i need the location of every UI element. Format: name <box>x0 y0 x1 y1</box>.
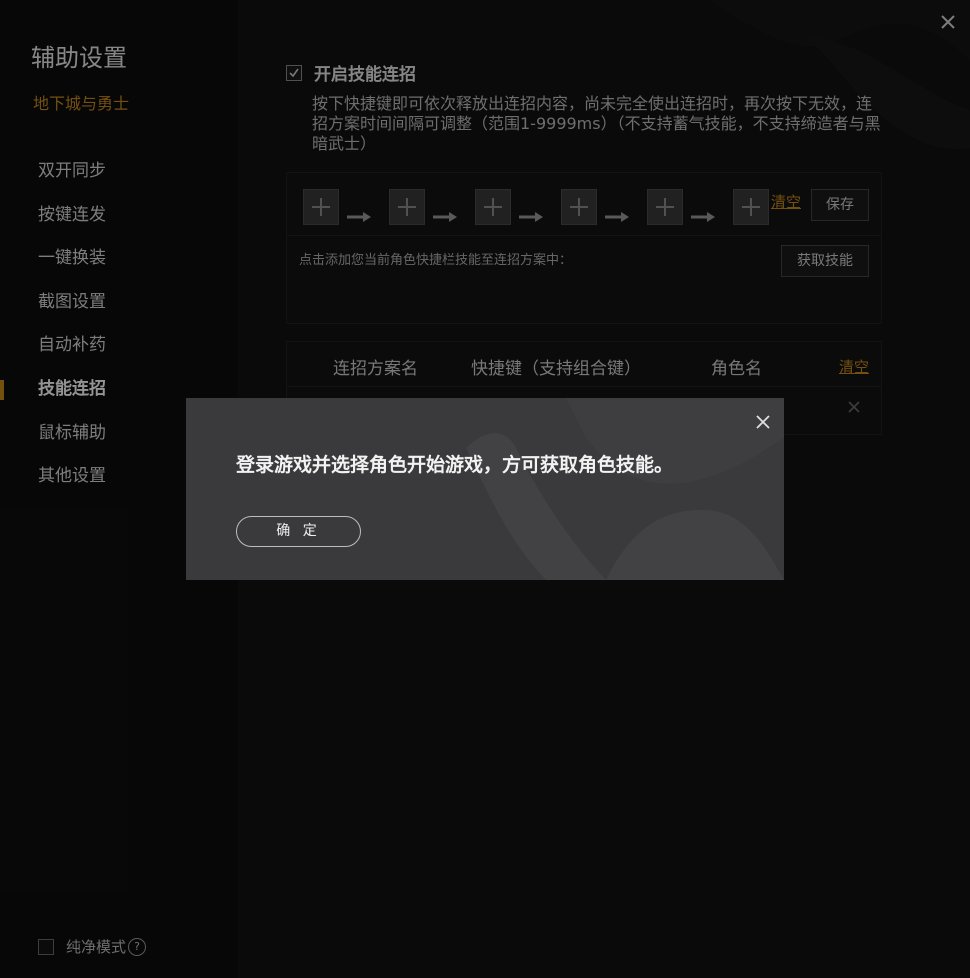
dialog-close-icon[interactable] <box>755 414 771 430</box>
dialog-message: 登录游戏并选择角色开始游戏，方可获取角色技能。 <box>236 454 674 476</box>
alert-dialog: 登录游戏并选择角色开始游戏，方可获取角色技能。 确 定 <box>186 398 784 580</box>
confirm-button[interactable]: 确 定 <box>236 516 361 547</box>
dialog-wave-decoration <box>466 398 784 580</box>
